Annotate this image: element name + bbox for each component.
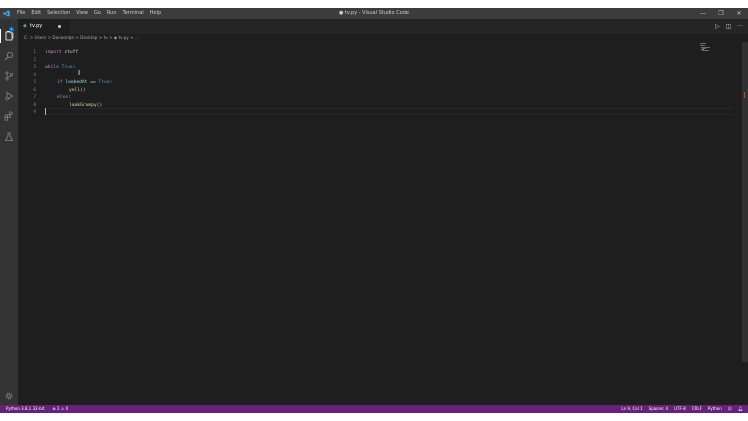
language-mode[interactable]: Python bbox=[708, 405, 722, 413]
line-number: 2 bbox=[33, 57, 36, 63]
run-debug-icon[interactable] bbox=[4, 91, 14, 101]
title-bar: File Edit Selection View Go Run Terminal… bbox=[0, 8, 748, 19]
line-number: 3 bbox=[33, 65, 36, 70]
tab-label: tv.py bbox=[30, 23, 43, 29]
window-controls: — ❐ ✕ bbox=[694, 8, 748, 19]
line-number: 8 bbox=[33, 102, 36, 108]
activity-bar: 1 bbox=[0, 19, 18, 405]
end-of-line[interactable]: CRLF bbox=[692, 405, 702, 413]
code-line-7: else: bbox=[57, 95, 71, 100]
status-bar: Python 3.8.1 32-bit ⊗ 2 ⚠ 0 Ln 9, Col 1 … bbox=[0, 405, 748, 413]
status-left: Python 3.8.1 32-bit ⊗ 2 ⚠ 0 bbox=[6, 405, 76, 413]
code-line-1: import stuff bbox=[45, 50, 79, 55]
testing-icon[interactable] bbox=[4, 132, 14, 142]
vscode-window: File Edit Selection View Go Run Terminal… bbox=[0, 8, 748, 413]
code-line-6: yell() bbox=[69, 87, 86, 93]
breadcrumb[interactable]: C: > Users > Danoontje > Desktop > tv > … bbox=[24, 34, 139, 42]
line-number: 1 bbox=[33, 50, 36, 55]
source-control-icon[interactable] bbox=[4, 71, 14, 81]
text-cursor bbox=[45, 108, 46, 115]
vertical-scrollbar[interactable] bbox=[742, 42, 748, 362]
feedback-icon[interactable]: ☺ bbox=[728, 405, 732, 413]
line-number: 6 bbox=[33, 87, 36, 93]
editor-actions: ▷ ◫ ··· bbox=[709, 19, 743, 34]
more-actions-icon[interactable]: ··· bbox=[737, 23, 743, 30]
indentation[interactable]: Spaces: 4 bbox=[649, 405, 668, 413]
mouse-ibeam-icon: I bbox=[78, 69, 81, 77]
maximize-button[interactable]: ❐ bbox=[712, 8, 730, 19]
problems-count[interactable]: ⊗ 2 ⚠ 0 bbox=[52, 405, 68, 413]
error-marker bbox=[744, 92, 748, 98]
status-right: Ln 9, Col 1 Spaces: 4 UTF-8 CRLF Python … bbox=[615, 405, 743, 413]
line-number: 9 bbox=[33, 110, 36, 115]
notifications-bell-icon[interactable]: 🔔︎ bbox=[738, 405, 743, 413]
code-line-3: while True: bbox=[45, 65, 76, 70]
explorer-badge: 1 bbox=[9, 27, 14, 32]
line-number: 5 bbox=[33, 80, 36, 85]
code-line-8: lookGrumpy() bbox=[69, 102, 103, 108]
line-number: 4 bbox=[33, 72, 36, 78]
code-editor[interactable]: 1 2 3 4 5 6 7 8 9 import stuff while Tru… bbox=[18, 42, 742, 405]
encoding[interactable]: UTF-8 bbox=[674, 405, 686, 413]
extensions-icon[interactable] bbox=[4, 111, 14, 121]
files-icon[interactable] bbox=[4, 31, 14, 41]
close-button[interactable]: ✕ bbox=[730, 8, 748, 19]
python-interpreter[interactable]: Python 3.8.1 32-bit bbox=[6, 405, 44, 413]
code-line-5: if lookedAt == True: bbox=[57, 80, 113, 85]
split-editor-icon[interactable]: ◫ bbox=[726, 23, 732, 30]
cursor-position[interactable]: Ln 9, Col 1 bbox=[621, 405, 642, 413]
line-number: 7 bbox=[33, 95, 36, 100]
search-icon[interactable] bbox=[4, 51, 14, 61]
python-file-icon: ◆ bbox=[23, 23, 27, 29]
run-python-file-icon[interactable]: ▷ bbox=[715, 23, 720, 30]
tab-tv-py[interactable]: ◆ tv.py bbox=[18, 19, 70, 34]
current-line-highlight bbox=[44, 108, 734, 115]
gear-icon[interactable] bbox=[4, 391, 14, 401]
tab-bar: ◆ tv.py ▷ ◫ ··· bbox=[18, 19, 748, 34]
minimize-button[interactable]: — bbox=[694, 8, 712, 19]
unsaved-dot-icon[interactable] bbox=[58, 25, 61, 28]
window-title: ● tv.py - Visual Studio Code bbox=[338, 10, 410, 16]
active-indicator bbox=[0, 29, 1, 43]
minimap[interactable] bbox=[700, 42, 738, 54]
